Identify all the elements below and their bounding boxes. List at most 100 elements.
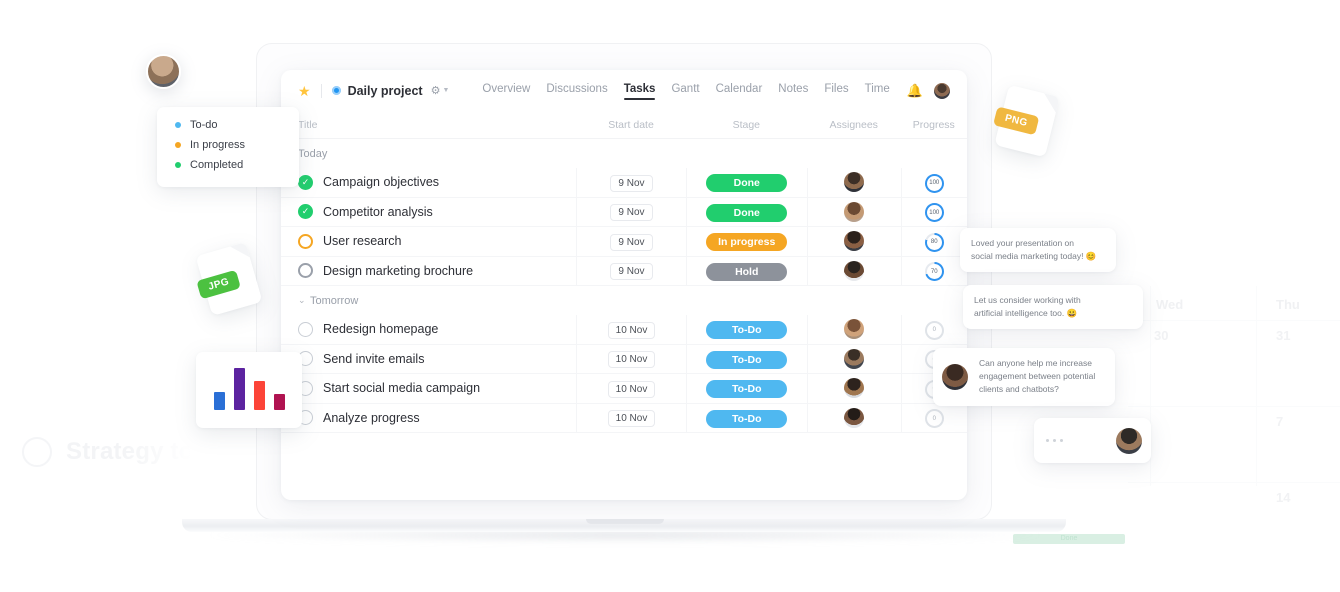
table-row[interactable]: Send invite emails10 NovTo-Do0 [281,344,967,374]
task-checkbox-done[interactable]: ✓ [298,204,313,220]
task-group-header[interactable]: Today [281,139,967,168]
calendar-column-wed: Wed [1156,297,1184,312]
avatar[interactable] [844,231,865,252]
table-row[interactable]: ✓ Competitor analysis 9 Nov Done 100 [281,197,967,227]
legend-label: In progress [190,139,246,151]
nav-gantt[interactable]: Gantt [671,83,699,99]
legend-dot-icon [175,122,181,128]
calendar-date: 30 [1154,328,1169,343]
calendar-gridline [1128,482,1340,483]
start-date-chip[interactable]: 9 Nov [610,204,653,222]
calendar-date: 31 [1276,328,1291,343]
task-group-header[interactable]: ⌄ Tomorrow [281,286,967,315]
nav-tasks[interactable]: Tasks [623,83,655,100]
chat-message-text: Can anyone help me increase engagement b… [979,358,1096,395]
start-date-chip[interactable]: 9 Nov [610,233,653,251]
avatar[interactable] [844,348,865,369]
status-badge[interactable]: Done [706,174,788,193]
project-color-dot [331,86,341,95]
avatar[interactable] [844,378,865,399]
task-group-label: Today [298,147,328,160]
status-badge[interactable]: To-Do [706,321,788,340]
task-checkbox-todo[interactable] [298,321,313,337]
chevron-down-icon[interactable]: ⌄ [298,295,310,306]
avatar[interactable] [844,172,865,193]
task-checkbox-hold[interactable] [298,263,313,279]
avatar[interactable] [844,260,865,281]
nav-overview[interactable]: Overview [482,83,530,99]
start-date-chip[interactable]: 10 Nov [607,321,656,339]
start-date-chip[interactable]: 9 Nov [610,174,653,192]
task-title: Analyze progress [323,410,420,425]
avatar [1116,427,1142,454]
column-header-progress: Progress [912,118,955,131]
task-checkbox-prog[interactable] [298,233,313,249]
nav-discussions[interactable]: Discussions [546,83,607,99]
table-row[interactable]: Analyze progress 10 Nov To-Do 0 [281,403,967,433]
column-header-title: Title [298,118,318,131]
divider [320,83,322,98]
chevron-down-icon: ▼ [442,87,450,94]
project-name[interactable]: Daily project [348,84,423,98]
avatar[interactable] [844,319,865,340]
star-icon[interactable]: ★ [298,84,311,98]
calendar-date: 7 [1276,414,1284,429]
progress-value: 100 [929,209,940,216]
table-row[interactable]: Start social media campaign10 NovTo-Do0 [281,374,967,404]
progress-ring: 70 [924,262,944,282]
task-title: User research [323,234,402,249]
table-row[interactable]: User research 9 Nov In progress 80 [281,227,967,257]
start-date-chip[interactable]: 10 Nov [607,380,656,398]
avatar[interactable] [844,201,865,222]
chat-bubble: Loved your presentation on social media … [960,228,1116,273]
task-checkbox-done[interactable]: ✓ [298,174,313,190]
bell-icon[interactable]: 🔔 [907,83,923,99]
bar-chart-widget [196,352,302,428]
circle-checkbox-icon [22,437,52,467]
status-badge[interactable]: Done [706,203,788,222]
column-header-start-date: Start date [608,118,654,131]
progress-ring: 80 [924,232,944,252]
chart-bar [273,394,285,410]
chat-message-text: Loved your presentation on social media … [971,238,1097,262]
project-settings-button[interactable]: ⚙ ▼ [431,84,450,97]
status-badge[interactable]: To-Do [706,380,788,399]
chat-bubble: Let us consider working with artificial … [963,285,1143,330]
status-badge[interactable]: In progress [706,233,788,252]
avatar[interactable] [844,407,865,428]
task-title: Design marketing brochure [323,263,474,278]
legend-label: Completed [190,159,244,171]
table-row[interactable]: ✓ Campaign objectives 9 Nov Done 100 [281,168,967,198]
column-header-stage: Stage [732,118,761,131]
progress-ring: 0 [924,320,944,340]
start-date-chip[interactable]: 10 Nov [607,410,656,428]
calendar-gridline [1128,320,1340,321]
calendar-gridline [1128,406,1340,407]
background-fade-overlay [120,420,210,490]
task-group-label: Tomorrow [310,294,359,307]
nav-time[interactable]: Time [865,83,890,99]
status-badge[interactable]: To-Do [706,350,788,369]
avatar[interactable] [146,54,181,89]
chart-bar [233,368,245,410]
page-fold-icon [230,242,250,262]
progress-ring: 0 [924,409,944,429]
start-date-chip[interactable]: 10 Nov [607,351,656,369]
table-row[interactable]: Redesign homepage 10 Nov To-Do 0 [281,315,967,345]
avatar [1110,294,1136,320]
progress-ring: 100 [924,173,944,193]
page-fold-icon [1040,93,1060,113]
nav-files[interactable]: Files [824,83,848,99]
task-title: Competitor analysis [323,204,433,219]
avatar [942,363,968,390]
status-badge[interactable]: To-Do [706,409,788,428]
typing-dots-icon [1034,439,1075,442]
task-title: Start social media campaign [323,381,481,396]
avatar[interactable] [934,82,950,99]
nav-calendar[interactable]: Calendar [716,83,763,99]
start-date-chip[interactable]: 9 Nov [610,263,653,281]
nav-notes[interactable]: Notes [778,83,808,99]
table-row[interactable]: Design marketing brochure 9 Nov Hold 70 [281,256,967,286]
column-header-assignees: Assignees [829,118,878,131]
status-badge[interactable]: Hold [706,262,788,281]
